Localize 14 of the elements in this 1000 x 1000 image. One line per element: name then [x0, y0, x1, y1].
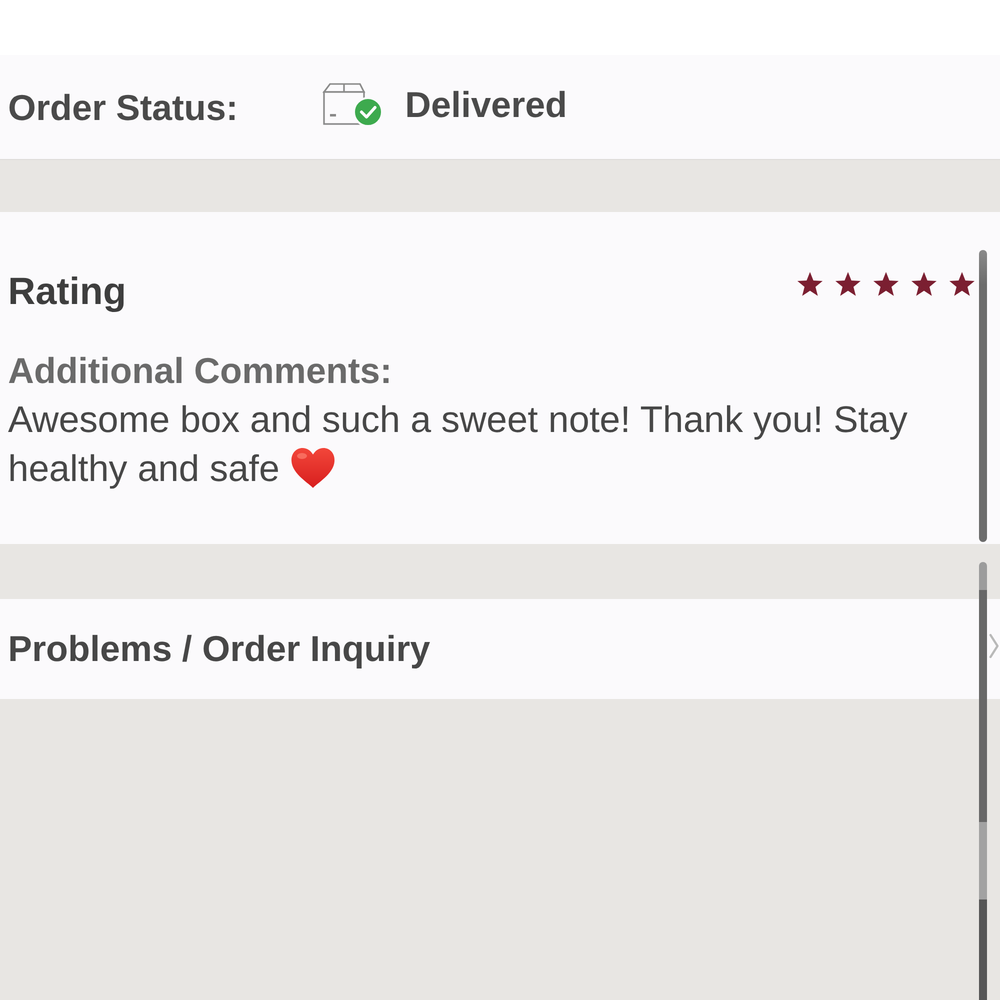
status-label: Order Status:: [8, 87, 240, 129]
rating-label: Rating: [8, 270, 126, 314]
star-icon: [948, 271, 976, 298]
star-icon: [872, 271, 900, 298]
inquiry-link-row[interactable]: Problems / Order Inquiry: [0, 599, 1000, 699]
box-check-icon: [322, 82, 384, 128]
status-value: Delivered: [405, 84, 568, 126]
chevron-right-icon: [989, 633, 999, 659]
star-icon: [796, 271, 824, 298]
star-icon: [910, 271, 938, 298]
comment-text: Awesome box and such a sweet note! Thank you! Stay healthy and safe: [8, 398, 909, 491]
comments-label: Additional Comments:: [8, 349, 393, 393]
star-icon: [834, 271, 862, 298]
heart-icon: [290, 447, 336, 489]
